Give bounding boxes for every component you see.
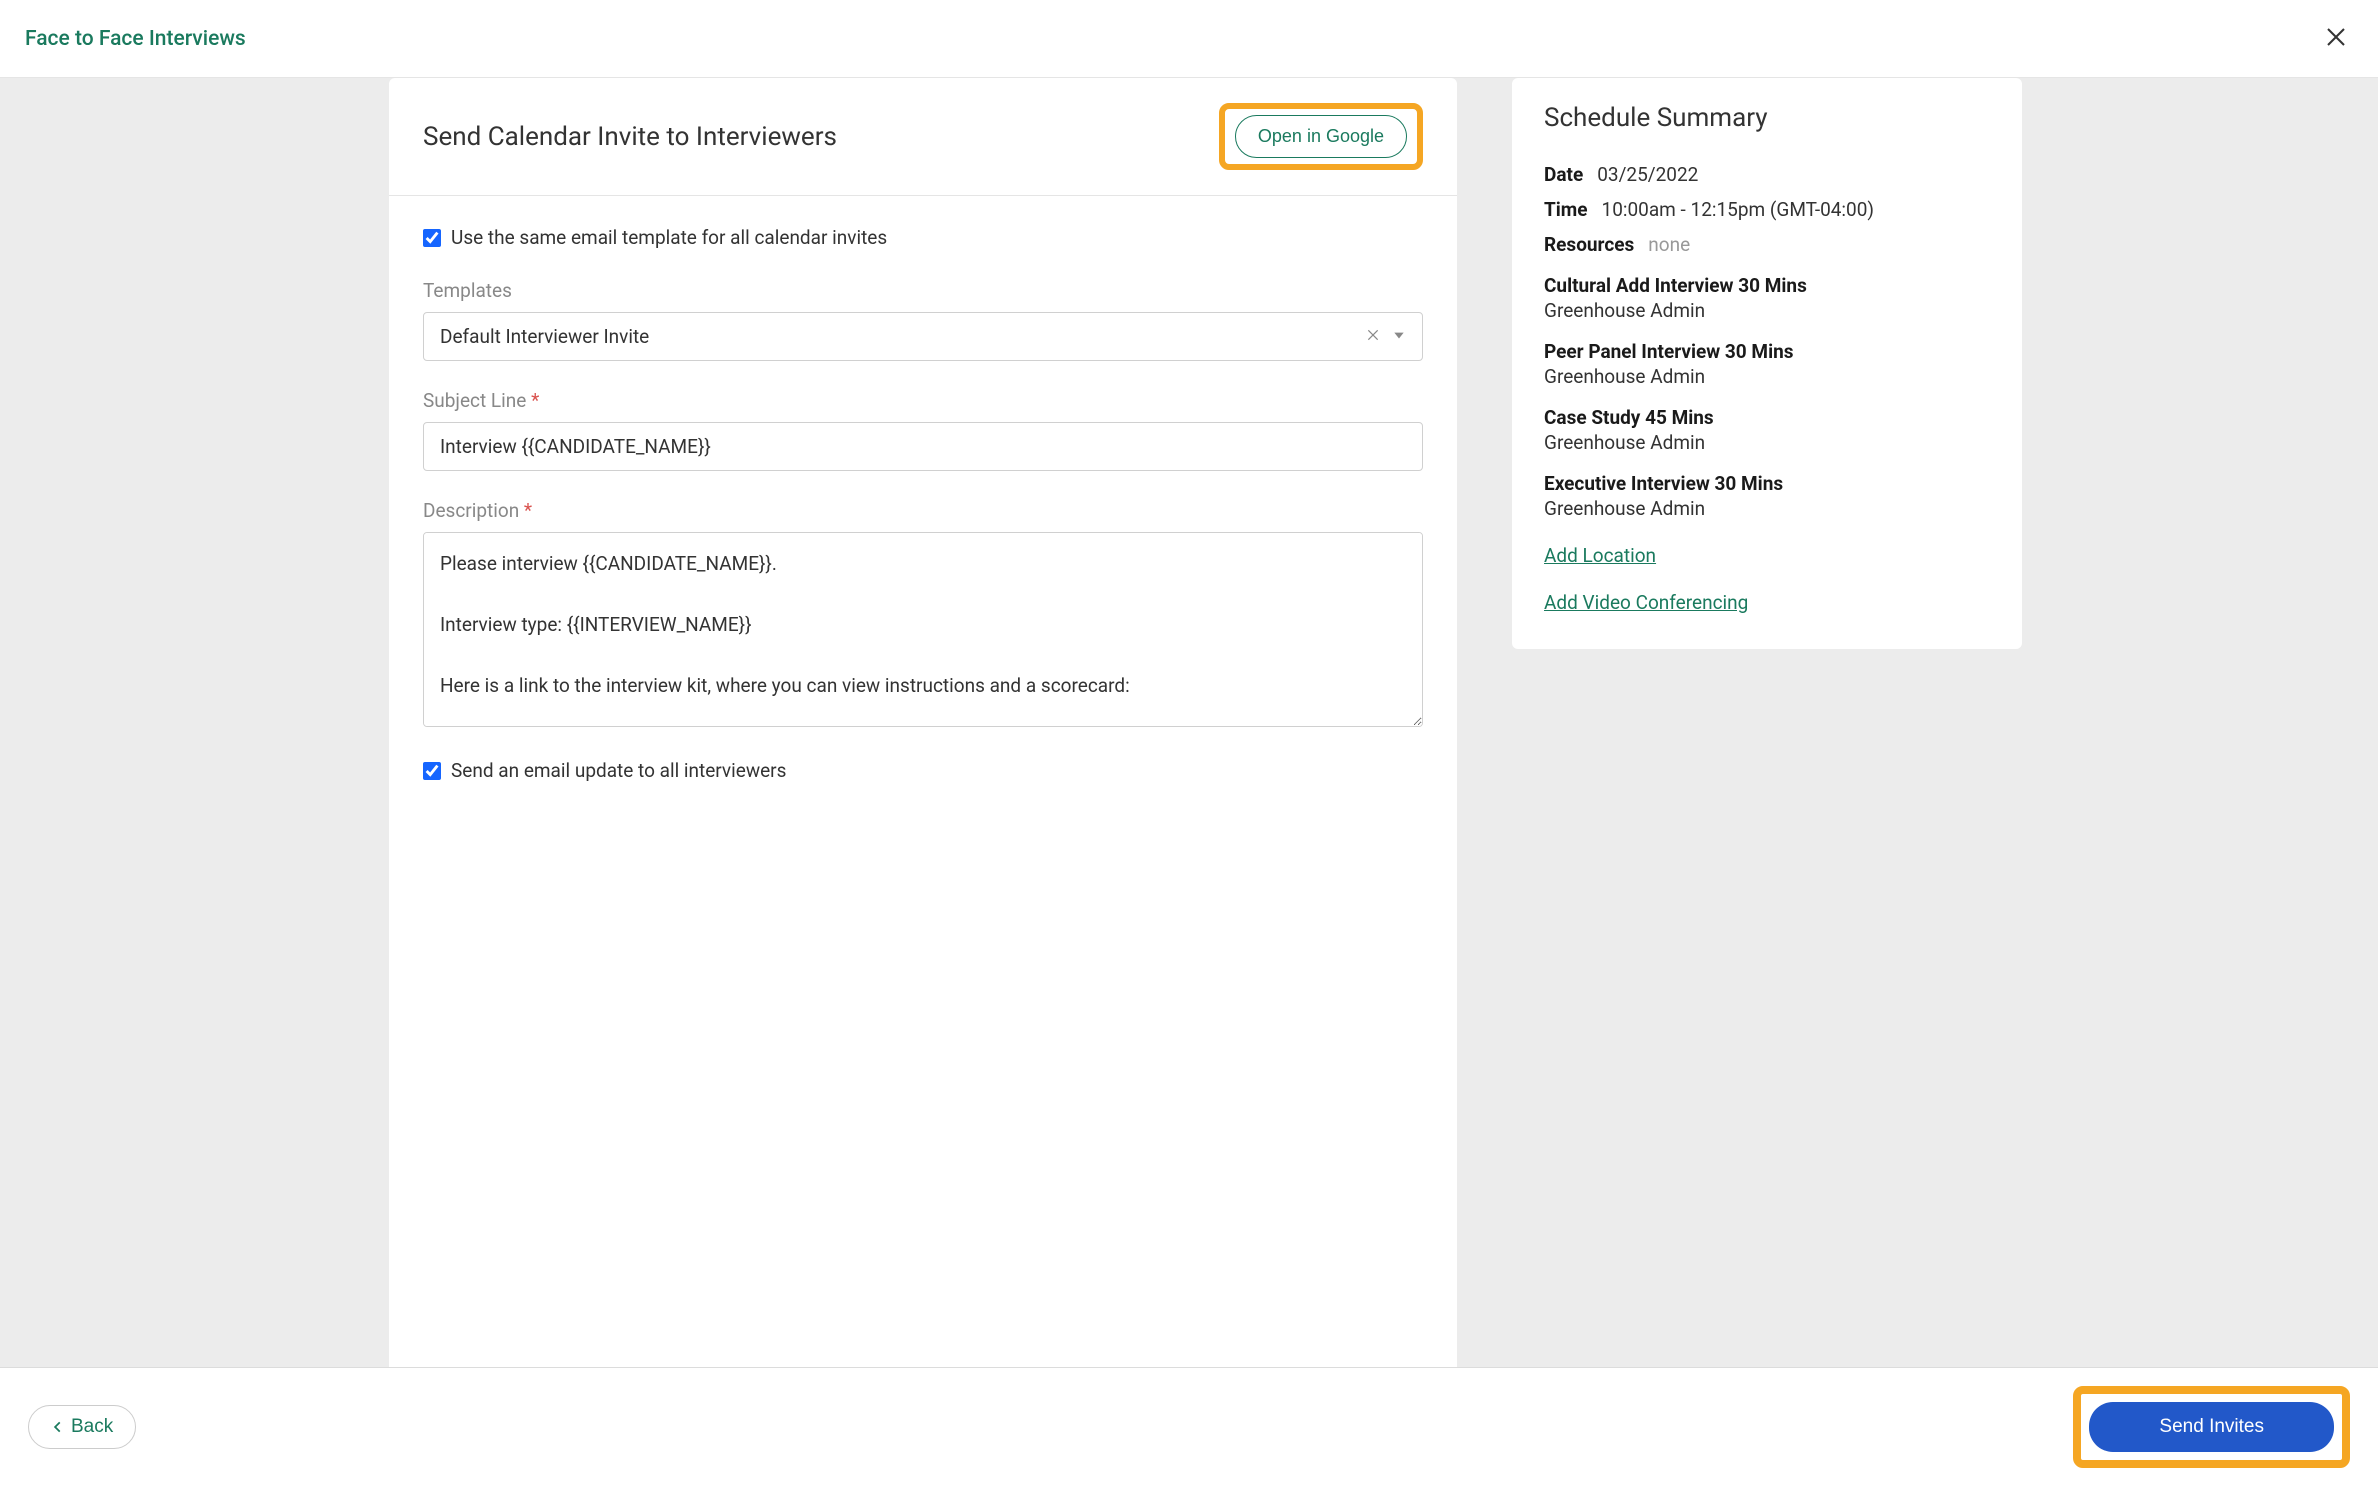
subject-label: Subject Line * [423,389,1423,412]
summary-title: Schedule Summary [1544,103,1990,133]
footer-bar: Back Send Invites [0,1367,2378,1486]
back-button[interactable]: Back [28,1405,136,1449]
interview-block-2: Case Study 45 Mins Greenhouse Admin [1544,406,1990,454]
highlight-send-invites: Send Invites [2073,1386,2350,1468]
invite-card: Send Calendar Invite to Interviewers Ope… [389,78,1457,1384]
close-icon [2324,25,2348,49]
close-button[interactable] [2319,20,2353,57]
summary-date-key: Date [1544,163,1583,186]
same-template-checkbox[interactable] [423,229,441,247]
template-select[interactable]: Default Interviewer Invite [423,312,1423,361]
invite-card-header: Send Calendar Invite to Interviewers Ope… [389,78,1457,196]
interview-title: Cultural Add Interview 30 Mins [1544,274,1990,297]
send-invites-button[interactable]: Send Invites [2089,1402,2334,1452]
interview-block-0: Cultural Add Interview 30 Mins Greenhous… [1544,274,1990,322]
summary-resources-value: none [1648,233,1690,256]
summary-time-key: Time [1544,198,1588,221]
send-update-checkbox[interactable] [423,762,441,780]
open-in-google-button[interactable]: Open in Google [1235,115,1407,158]
back-label: Back [71,1416,113,1438]
template-select-controls [1366,327,1406,346]
clear-icon[interactable] [1366,327,1380,346]
add-location-link[interactable]: Add Location [1544,544,1990,567]
highlight-open-google: Open in Google [1219,103,1423,170]
summary-date-row: Date 03/25/2022 [1544,163,1990,186]
summary-date-value: 03/25/2022 [1597,163,1698,186]
page-title: Face to Face Interviews [25,27,246,51]
chevron-down-icon[interactable] [1392,327,1406,346]
summary-resources-key: Resources [1544,233,1634,256]
send-update-row: Send an email update to all interviewers [423,759,1423,782]
required-star: * [531,389,539,412]
layout: Send Calendar Invite to Interviewers Ope… [209,78,2169,1384]
send-update-label: Send an email update to all interviewers [451,759,786,782]
interview-interviewer: Greenhouse Admin [1544,299,1990,322]
summary-card: Schedule Summary Date 03/25/2022 Time 10… [1512,78,2022,649]
invite-card-title: Send Calendar Invite to Interviewers [423,122,837,152]
description-textarea[interactable] [423,532,1423,727]
page-header: Face to Face Interviews [0,0,2378,78]
interview-interviewer: Greenhouse Admin [1544,365,1990,388]
interview-interviewer: Greenhouse Admin [1544,431,1990,454]
invite-card-body: Use the same email template for all cale… [389,196,1457,822]
chevron-left-icon [51,1420,65,1434]
subject-input[interactable] [423,422,1423,471]
interview-block-3: Executive Interview 30 Mins Greenhouse A… [1544,472,1990,520]
add-video-conferencing-link[interactable]: Add Video Conferencing [1544,591,1990,614]
same-template-row: Use the same email template for all cale… [423,226,1423,249]
summary-resources-row: Resources none [1544,233,1990,256]
template-select-value: Default Interviewer Invite [440,325,649,348]
interview-title: Case Study 45 Mins [1544,406,1990,429]
description-label: Description * [423,499,1423,522]
same-template-label: Use the same email template for all cale… [451,226,887,249]
summary-time-row: Time 10:00am - 12:15pm (GMT-04:00) [1544,198,1990,221]
interview-title: Peer Panel Interview 30 Mins [1544,340,1990,363]
interview-block-1: Peer Panel Interview 30 Mins Greenhouse … [1544,340,1990,388]
content-area: Send Calendar Invite to Interviewers Ope… [0,78,2378,1384]
interview-title: Executive Interview 30 Mins [1544,472,1990,495]
summary-time-value: 10:00am - 12:15pm (GMT-04:00) [1602,198,1874,221]
interview-interviewer: Greenhouse Admin [1544,497,1990,520]
required-star: * [524,499,532,522]
templates-label: Templates [423,279,1423,302]
